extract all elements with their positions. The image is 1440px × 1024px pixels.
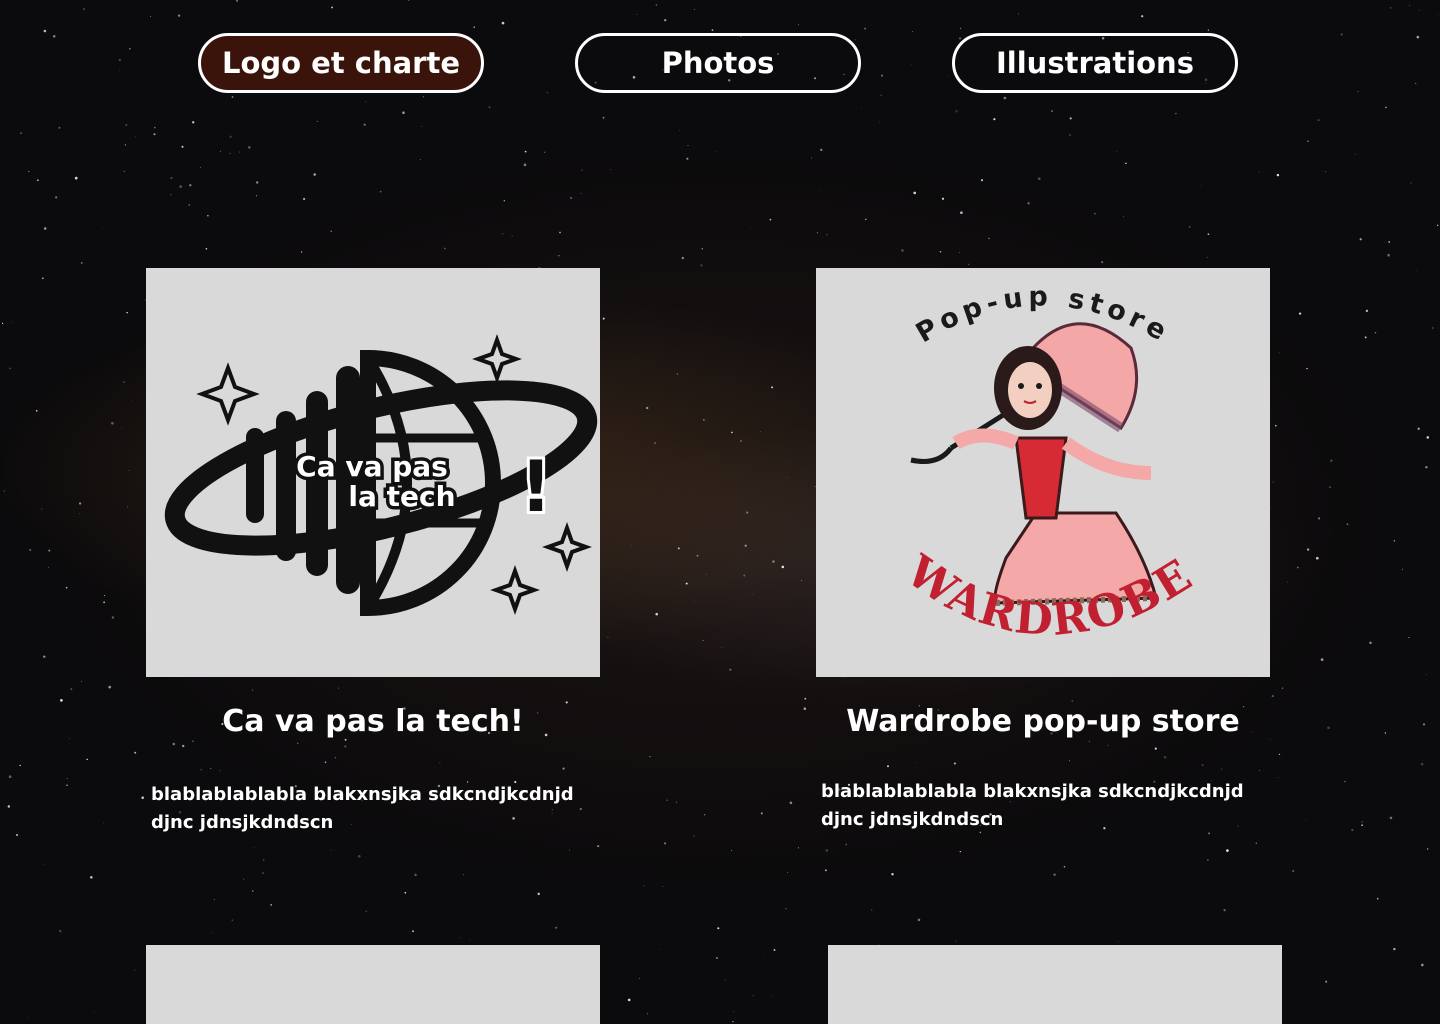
project-title: Wardrobe pop-up store [846,704,1240,739]
project-image-wardrobe[interactable]: Pop-up store WARDROBE [816,268,1270,677]
project-image-cavapaslatech[interactable]: Ca va pas la tech ! [146,268,600,677]
tab-illustrations[interactable]: Illustrations [952,33,1238,93]
logo-text-exclamation: ! [520,446,552,528]
sparkle-icon [542,522,592,572]
tab-photos[interactable]: Photos [575,33,861,93]
project-image-placeholder[interactable] [146,945,600,1024]
project-description: blablablablabla blakxnsjka sdkcndjkcdnjd… [151,784,574,833]
logo-text-line2: la tech [348,480,455,513]
project-description: blablablablabla blakxnsjka sdkcndjkcdnjd… [821,781,1244,830]
project-image-placeholder[interactable] [828,945,1282,1024]
sparkle-icon [490,565,540,615]
project-title: Ca va pas la tech! [222,704,524,739]
sparkle-icon [472,334,522,384]
logo-text-line1: Ca va pas [296,450,448,483]
wardrobe-logo: Pop-up store WARDROBE [896,281,1200,646]
cavapaslatech-logo: Ca va pas la tech ! [164,334,598,617]
tab-logo-et-charte[interactable]: Logo et charte [198,33,484,93]
sparkle-icon [196,362,260,426]
